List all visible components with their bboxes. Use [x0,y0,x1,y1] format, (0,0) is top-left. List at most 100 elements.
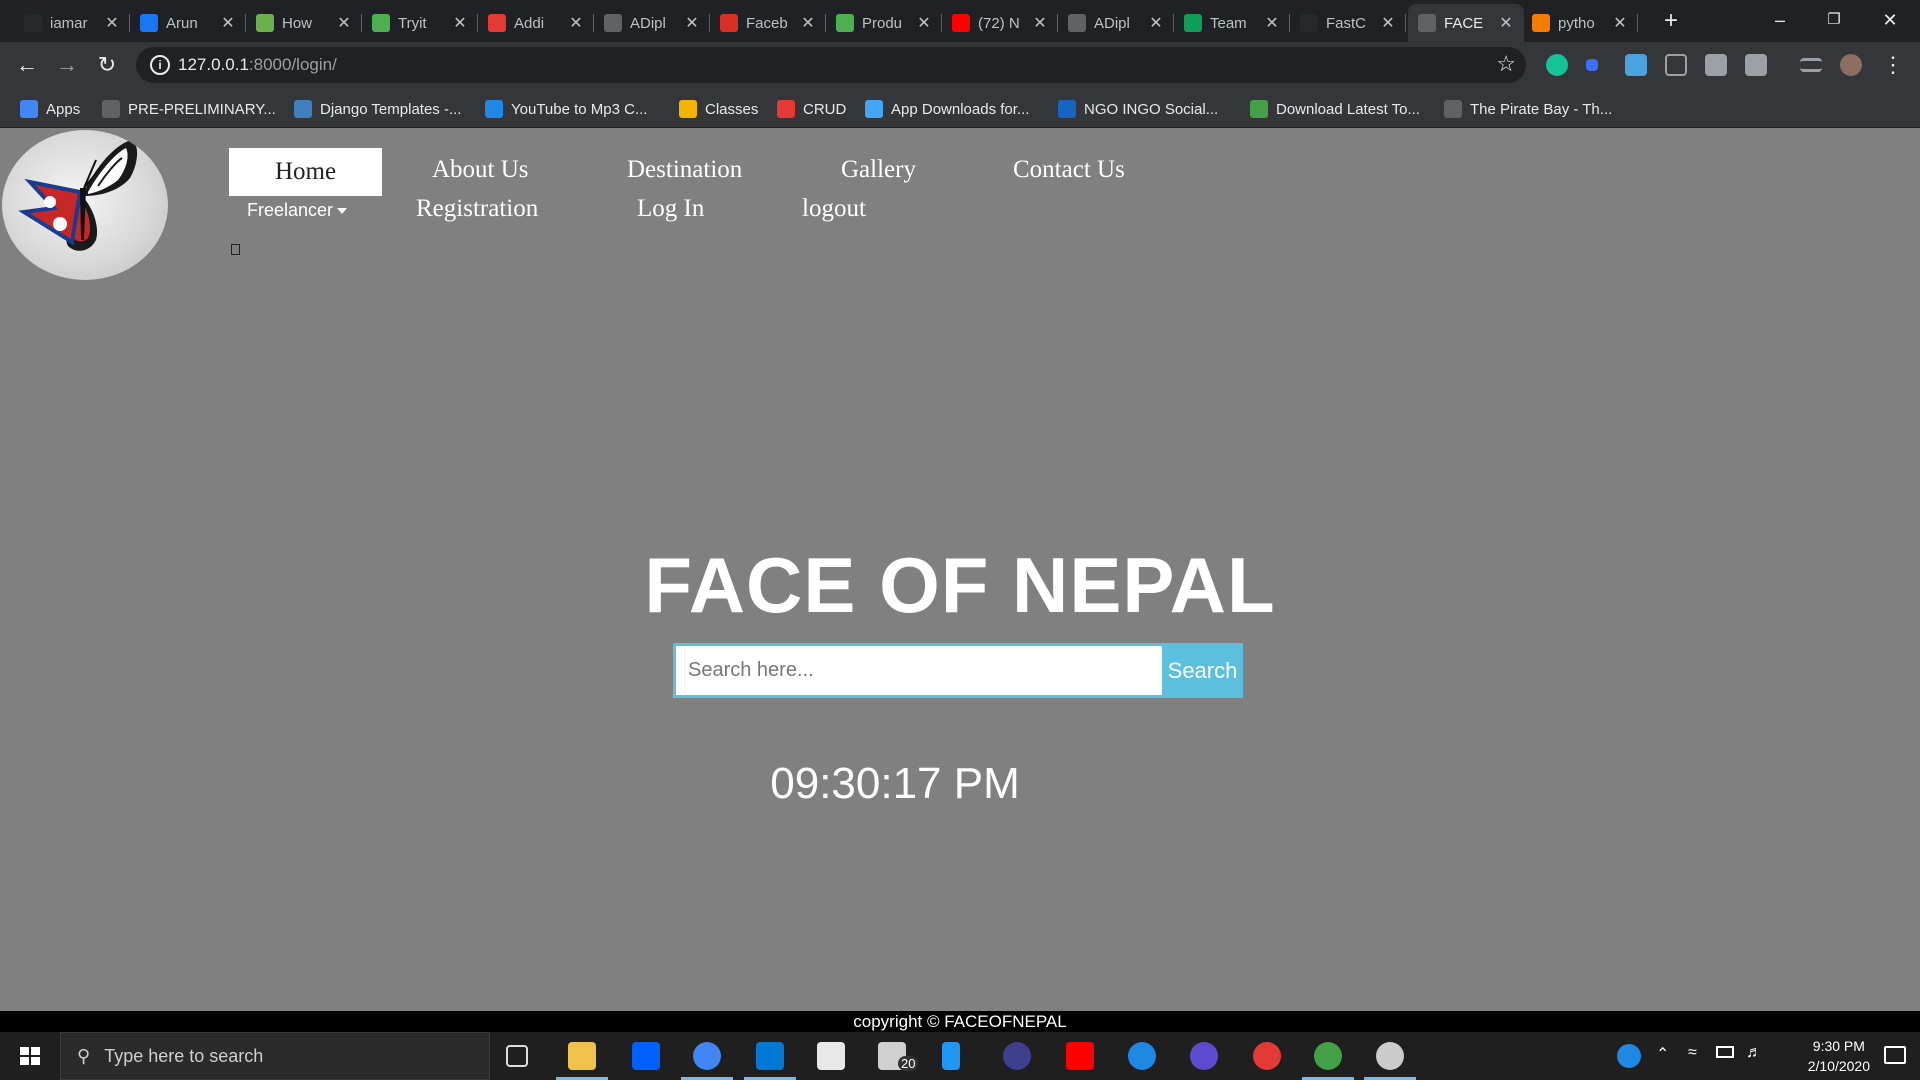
eclipse-icon[interactable] [1003,1042,1031,1070]
tab-close-icon[interactable]: ✕ [684,13,700,33]
edge-icon[interactable] [1128,1042,1156,1070]
wifi-icon[interactable]: ≈ [1688,1044,1697,1062]
extension-cast-icon[interactable] [1665,54,1687,76]
browser-tab[interactable]: Produ ✕ [826,4,942,42]
windows-logo-icon [20,1047,40,1065]
browser-tab[interactable]: ADipl ✕ [594,4,710,42]
browser-tab[interactable]: How ✕ [246,4,362,42]
site-logo[interactable] [2,130,168,280]
bookmark-item[interactable]: YouTube to Mp3 C... [485,98,647,120]
tab-title: ADipl [1094,14,1130,32]
search-button[interactable]: Search [1162,643,1243,698]
nav-about-us[interactable]: About Us [432,156,529,184]
dropbox-icon[interactable] [632,1042,660,1070]
utorrent-icon[interactable] [1314,1042,1342,1070]
address-bar[interactable]: i 127.0.0.1:8000/login/ ☆ [136,47,1526,83]
tab-close-icon[interactable]: ✕ [800,13,816,33]
chrome-icon[interactable] [693,1042,721,1070]
tab-close-icon[interactable]: ✕ [104,13,120,33]
browser-tab[interactable]: FACE ✕ [1408,4,1524,42]
bookmark-item[interactable]: CRUD [777,98,846,120]
tray-chevron-up-icon[interactable]: ⌃ [1656,1044,1669,1064]
extension-accessibility-icon[interactable] [1625,54,1647,76]
tab-close-icon[interactable]: ✕ [452,13,468,33]
store-icon[interactable] [817,1042,845,1070]
tab-close-icon[interactable]: ✕ [568,13,584,33]
tab-close-icon[interactable]: ✕ [336,13,352,33]
visual-studio-icon[interactable] [1190,1042,1218,1070]
bookmark-item[interactable]: The Pirate Bay - Th... [1444,98,1612,120]
notification-center-icon[interactable] [1884,1046,1906,1064]
nav-gallery[interactable]: Gallery [841,156,916,184]
nav-destination[interactable]: Destination [627,156,742,184]
browser-tab[interactable]: Addi ✕ [478,4,594,42]
battery-icon[interactable] [1716,1046,1734,1058]
facebook-extension-icon[interactable] [1745,54,1767,76]
browser-tab[interactable]: FastC ✕ [1290,4,1406,42]
tab-close-icon[interactable]: ✕ [220,13,236,33]
tab-close-icon[interactable]: ✕ [1612,13,1628,33]
tab-close-icon[interactable]: ✕ [1380,13,1396,33]
close-window-button[interactable]: ✕ [1862,0,1918,40]
bookmark-item[interactable]: Classes [679,98,758,120]
task-view-icon[interactable] [506,1045,528,1067]
azure-data-studio-icon[interactable] [942,1042,960,1070]
start-button[interactable] [0,1032,60,1080]
site-info-icon[interactable]: i [150,55,170,75]
browser-menu-icon[interactable]: ⋮ [1878,50,1908,80]
volume-icon[interactable]: ♬ [1746,1044,1762,1062]
browser-tab[interactable]: Team ✕ [1174,4,1290,42]
browser-tab[interactable]: (72) N ✕ [942,4,1058,42]
minimize-button[interactable]: – [1752,0,1808,40]
tab-close-icon[interactable]: ✕ [1032,13,1048,33]
tray-clock[interactable]: 9:30 PM 2/10/2020 [1808,1036,1870,1076]
browser-tab[interactable]: ADipl ✕ [1058,4,1174,42]
browser-tab[interactable]: pytho ✕ [1522,4,1638,42]
search-input[interactable] [673,643,1162,698]
forward-button[interactable]: → [52,50,82,80]
bookmark-item[interactable]: Django Templates -... [294,98,461,120]
browser-tab[interactable]: Tryit ✕ [362,4,478,42]
browser-tab[interactable]: iamar ✕ [14,4,130,42]
bookmark-item[interactable]: NGO INGO Social... [1058,98,1218,120]
back-button[interactable]: ← [12,50,42,80]
tab-close-icon[interactable]: ✕ [1264,13,1280,33]
extension-puzzle-icon[interactable] [1705,54,1727,76]
address-url[interactable]: 127.0.0.1:8000/login/ [178,55,337,75]
new-tab-button[interactable]: + [1656,6,1686,36]
nav-freelancer-dropdown[interactable]: Freelancer [247,200,348,221]
paint-icon[interactable] [1376,1042,1404,1070]
tab-close-icon[interactable]: ✕ [916,13,932,33]
bookmark-item[interactable]: PRE-PRELIMINARY... [102,98,276,120]
nav-logout[interactable]: logout [802,195,866,223]
youtube-icon [952,14,970,32]
app-download-icon [865,100,883,118]
bookmark-item[interactable]: App Downloads for... [865,98,1029,120]
tab-close-icon[interactable]: ✕ [1498,13,1514,33]
file-explorer-icon[interactable] [568,1042,596,1070]
bookmark-star-icon[interactable]: ☆ [1496,51,1516,77]
youtube-app-icon[interactable] [1066,1042,1094,1070]
nav-log-in[interactable]: Log In [637,195,704,223]
extension-square-icon[interactable] [1586,59,1598,71]
bookmark-item[interactable]: Apps [20,98,80,120]
nav-home[interactable]: Home [229,148,382,196]
nav-contact-us[interactable]: Contact Us [1013,156,1125,184]
bookmark-item[interactable]: Download Latest To... [1250,98,1420,120]
nav-registration[interactable]: Registration [416,195,538,223]
grammarly-extension-icon[interactable] [1546,54,1568,76]
reload-button[interactable]: ↻ [92,50,122,80]
media-controls-icon[interactable] [1800,58,1822,72]
vscode-icon[interactable] [756,1042,784,1070]
tab-close-icon[interactable]: ✕ [1148,13,1164,33]
profile-avatar[interactable] [1840,54,1862,76]
tray-time: 9:30 PM [1812,1038,1865,1054]
browser-tab[interactable]: Arun ✕ [130,4,246,42]
restore-button[interactable]: ❐ [1806,0,1862,40]
java-icon [1532,14,1550,32]
help-icon[interactable] [1617,1044,1641,1068]
taskbar-search-box[interactable]: ⚲ Type here to search [60,1032,490,1080]
tray-date: 2/10/2020 [1807,1058,1870,1074]
record-app-icon[interactable] [1253,1042,1281,1070]
browser-tab[interactable]: Faceb ✕ [710,4,826,42]
